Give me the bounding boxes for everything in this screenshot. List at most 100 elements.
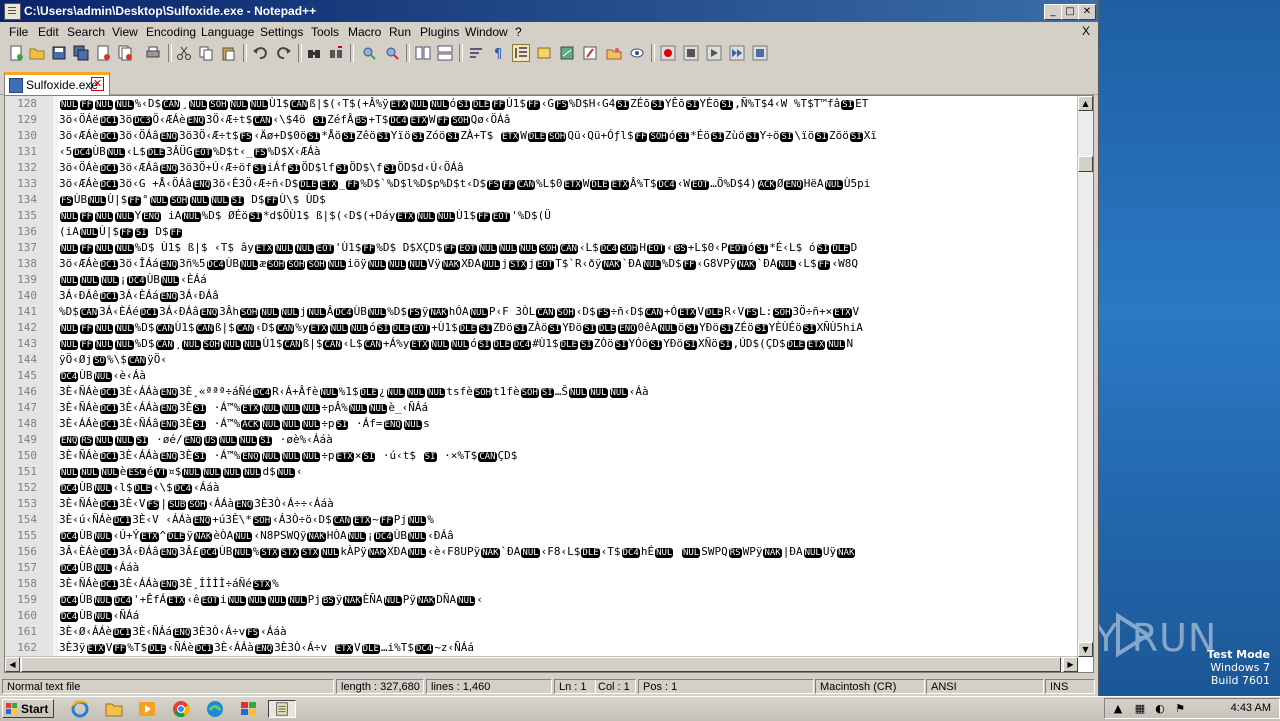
sync-vertical-icon[interactable] <box>415 45 431 61</box>
tray-expand-icon[interactable]: ▲ <box>1111 702 1125 716</box>
tiles-app-icon[interactable] <box>239 700 259 718</box>
volume-icon[interactable]: ◐ <box>1153 702 1167 716</box>
monitoring-icon[interactable] <box>629 45 645 61</box>
save-all-icon[interactable] <box>73 45 89 61</box>
print-icon[interactable] <box>145 45 161 61</box>
start-button[interactable]: Start <box>2 699 54 718</box>
editor-line[interactable]: 130 3ö‹ÆÁè DC1 3ö‹ÖÁâ ENQ 3ö3Ö‹Æ÷t$ FS ‹Äø+D$0ö… <box>5 128 1079 144</box>
horizontal-scrollbar[interactable]: ◀ ▶ <box>5 656 1078 672</box>
replace-icon[interactable] <box>328 45 344 61</box>
zoom-in-icon[interactable] <box>361 45 377 61</box>
editor-line[interactable]: 143 NUL FF NUL NUL %D$ CAN ¸ NUL SOH NUL NUL Ù1$ CAN ß… <box>5 336 1079 352</box>
menu-edit[interactable]: Edit <box>38 25 59 39</box>
editor-line[interactable]: 141 %D$ CAN 3Á‹ÈÁé DC1 3Á‹ÐÁâ ENQ 3Âh SOH NUL NUL j… <box>5 304 1079 320</box>
edge-icon[interactable] <box>205 700 225 718</box>
editor-line[interactable]: 146 3È‹ÑÁè DC1 3È‹ÁÁà ENQ 3È¸«ªªª÷áÑé DC4 R‹Á+Â… <box>5 384 1079 400</box>
user-lang-icon[interactable] <box>536 45 552 61</box>
copy-icon[interactable] <box>198 45 214 61</box>
menu-settings[interactable]: Settings <box>260 25 303 39</box>
function-list-icon[interactable] <box>582 45 598 61</box>
chrome-icon[interactable] <box>171 700 191 718</box>
record-macro-icon[interactable] <box>660 45 676 61</box>
find-icon[interactable] <box>306 45 322 61</box>
word-wrap-icon[interactable] <box>468 45 484 61</box>
run-macro-multiple-icon[interactable] <box>729 45 745 61</box>
play-macro-icon[interactable] <box>706 45 722 61</box>
close-all-icon[interactable] <box>117 45 133 61</box>
editor-line[interactable]: 150 3È‹ÑÁè DC1 3È‹ÁÁà ENQ 3È SI ·Á™% ENQ NUL NUL N… <box>5 448 1079 464</box>
editor-line[interactable]: 152 DC4 ÙB NUL ‹l$ DLE ‹\$ DC4 ‹Ááà <box>5 480 1079 496</box>
redo-icon[interactable] <box>276 45 292 61</box>
maximize-button[interactable]: □ <box>1061 4 1079 20</box>
text-lines[interactable]: 128 NUL FF NUL NUL %‹D$ CAN ¸ NUL SOH NUL NUL Ù1$ CAN… <box>5 96 1079 656</box>
menu-file[interactable]: File <box>9 25 28 39</box>
show-all-chars-icon[interactable]: ¶ <box>490 45 506 61</box>
editor-line[interactable]: 156 3Â‹ÈÁè DC1 3Â‹ÐÁâ ENQ 3Â£ DC4 ÙB NUL% STX STX S… <box>5 544 1079 560</box>
clock[interactable]: 4:43 AM <box>1231 702 1271 714</box>
menu-encoding[interactable]: Encoding <box>146 25 196 39</box>
doc-map-icon[interactable] <box>559 45 575 61</box>
editor-line[interactable]: 145 DC4 ÙB NUL ‹è‹Áà <box>5 368 1079 384</box>
notepad-app-icon[interactable] <box>4 3 21 20</box>
close-button[interactable]: ✕ <box>1078 4 1096 20</box>
editor-line[interactable]: 159 DC4 ÙB NUL DC4 '+ÊfÁ ETX ‹ê EOT i NUL NUL NUL NUL… <box>5 592 1079 608</box>
menu-language[interactable]: Language <box>201 25 254 39</box>
editor-line[interactable]: 138 3ö‹ÆÁè DC1 3ö‹ÎÁá ENQ 3ñ%5 DC4 ÙB NUL æ SOH SOH… <box>5 256 1079 272</box>
editor-line[interactable]: 135 NUL FF NUL NUL Y ENQ iA NUL %D$ ØÉö SI *d$ÖÙ1$… <box>5 208 1079 224</box>
save-macro-icon[interactable] <box>752 45 768 61</box>
sync-horizontal-icon[interactable] <box>437 45 453 61</box>
scroll-right-arrow-icon[interactable]: ▶ <box>1063 657 1078 672</box>
editor-line[interactable]: 148 3È‹ÁÁè DC1 3È‹ÑÁâ ENQ 3È SI ·Á™% ACK NUL NUL N… <box>5 416 1079 432</box>
folder-workspace-icon[interactable] <box>606 45 622 61</box>
tab-sulfoxide[interactable]: Sulfoxide.exe ✕ <box>4 72 110 96</box>
internet-explorer-icon[interactable] <box>70 700 90 718</box>
menu-run[interactable]: Run <box>389 25 411 39</box>
horizontal-scroll-thumb[interactable] <box>21 657 1061 672</box>
file-explorer-icon[interactable] <box>104 700 124 718</box>
editor-line[interactable]: 132 3ö‹ÖÁè DC1 3ö‹ÆÁâ ENQ 3ö3Ö+Ú‹Æ÷öf SI iÁf SI Ö… <box>5 160 1079 176</box>
editor-line[interactable]: 161 3È‹Ø‹ÁÁè DC1 3È‹ÑÁá ENQ 3È3Ò‹Á÷v FS ‹Ááà <box>5 624 1079 640</box>
save-icon[interactable] <box>51 45 67 61</box>
editor-line[interactable]: 137 NUL FF NUL NUL %D$ Ù1$ ß|$ ‹T$ ây ETX NUL NU… <box>5 240 1079 256</box>
menu-window[interactable]: Window <box>465 25 508 39</box>
editor-line[interactable]: 144 ÿÖ‹Øj SO %\$ CAN ÿÖ‹ <box>5 352 1079 368</box>
title-bar[interactable]: C:\Users\admin\Desktop\Sulfoxide.exe - N… <box>0 0 1098 22</box>
close-document-button[interactable]: X <box>1082 24 1090 38</box>
scroll-down-arrow-icon[interactable]: ▼ <box>1078 642 1093 657</box>
editor-line[interactable]: 136 (iA NUL Ù|$ FF SI D$ FF <box>5 224 1079 240</box>
editor-line[interactable]: 158 3È‹ÑÁè DC1 3È‹ÁÁà ENQ 3È¸ÍÌÌÌ÷áÑé STX% <box>5 576 1079 592</box>
notepadpp-taskbar-icon[interactable] <box>268 700 296 718</box>
zoom-out-icon[interactable] <box>384 45 400 61</box>
editor-line[interactable]: 149 ENQ RS NUL NUL SI ·øé/ENQ US NUL NUL SI ·øè%‹… <box>5 432 1079 448</box>
paste-icon[interactable] <box>220 45 236 61</box>
menu-view[interactable]: View <box>112 25 138 39</box>
editor-line[interactable]: 162 3È3ÿ ETX V FF %T$ DLE ‹ÑÁè DC1 3È‹ÁÁà ENQ 3È3Ò‹… <box>5 640 1079 656</box>
stop-macro-icon[interactable] <box>683 45 699 61</box>
menu-plugins[interactable]: Plugins <box>420 25 459 39</box>
editor-line[interactable]: 153 3È‹ÑÁè DC1 3È‹V FS | SUB SOH ‹ÁÁà ENQ 3È3Ò‹Á÷÷… <box>5 496 1079 512</box>
vertical-scrollbar[interactable]: ▲ ▼ <box>1077 96 1093 657</box>
editor-line[interactable]: 139 NUL NUL NUL ¡ DC4 ÙB NUL ‹ÈÁá <box>5 272 1079 288</box>
editor-line[interactable]: 142 NUL FF NUL NUL %D$ CAN Ù1$ CAN ß|$ CAN ‹D$ CAN %y… <box>5 320 1079 336</box>
editor-line[interactable]: 157 DC4 ÙB NUL ‹Ááà <box>5 560 1079 576</box>
editor-line[interactable]: 140 3Á‹ÐÁê DC1 3Á‹ÈÁá ENQ 3Á‹ÐÁâ <box>5 288 1079 304</box>
menu-macro[interactable]: Macro <box>348 25 381 39</box>
undo-icon[interactable] <box>252 45 268 61</box>
editor-line[interactable]: 131 ‹5 DC4 ÙB NUL ‹L$ DLE 3ÂÜG EOT %D$t‹_ FS %D$X‹Æ… <box>5 144 1079 160</box>
minimize-button[interactable]: _ <box>1044 4 1062 20</box>
editor-line[interactable]: 129 3ö‹ÖÁë DC1 3ö DC3 Ö‹ÆÁè ENQ 3Ö‹Æ÷t$ CAN ‹\$4ö… <box>5 112 1079 128</box>
editor-line[interactable]: 147 3È‹ÑÁè DC1 3È‹ÁÁà ENQ 3È SI ·Á™% ETX NUL NUL N… <box>5 400 1079 416</box>
scroll-left-arrow-icon[interactable]: ◀ <box>5 657 20 672</box>
editor-line[interactable]: 128 NUL FF NUL NUL %‹D$ CAN ¸ NUL SOH NUL NUL Ù1$ CAN… <box>5 96 1079 112</box>
menu-tools[interactable]: Tools <box>311 25 339 39</box>
editor-line[interactable]: 133 3ö‹ÆÁè DC1 3ö‹G +Å‹ÖÁâ ENQ 3ö‹È3Ö‹Æ÷ñ‹D$ D… <box>5 176 1079 192</box>
open-file-icon[interactable] <box>29 45 45 61</box>
editor-line[interactable]: 151 NUL NUL NUL è ESC é VT ¤$ NUL NUL NUL NUL d$ NUL ‹ <box>5 464 1079 480</box>
network-icon[interactable]: ▦ <box>1133 702 1147 716</box>
close-file-icon[interactable] <box>95 45 111 61</box>
vertical-scroll-thumb[interactable] <box>1078 156 1093 172</box>
editor-area[interactable]: 128 NUL FF NUL NUL %‹D$ CAN ¸ NUL SOH NUL NUL Ù1$ CAN… <box>4 95 1094 673</box>
indent-guide-icon[interactable] <box>512 44 530 62</box>
action-center-icon[interactable]: ⚑ <box>1173 702 1187 716</box>
tab-close-icon[interactable]: ✕ <box>91 77 104 91</box>
